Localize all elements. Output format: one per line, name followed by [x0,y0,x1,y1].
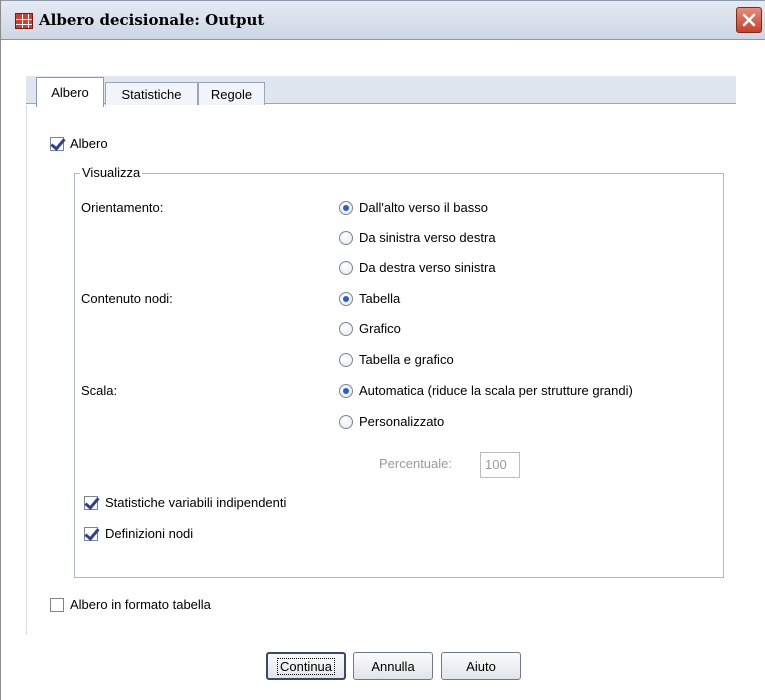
radio-table-and-chart[interactable] [339,353,353,367]
tab-label: Statistiche [121,87,182,102]
help-button[interactable]: Aiuto [441,652,521,680]
radio-right-to-left-label: Da destra verso sinistra [359,260,496,275]
percent-label: Percentuale: [379,456,452,471]
radio-custom-scale[interactable] [339,415,353,429]
independent-stats-label: Statistiche variabili indipendenti [105,495,287,510]
independent-stats-checkbox[interactable] [84,496,98,510]
radio-chart[interactable] [339,322,353,336]
tab-statistiche[interactable]: Statistiche [105,82,198,106]
radio-left-to-right-label: Da sinistra verso destra [359,230,496,245]
output-dialog: Albero decisionale: Output Albero Statis… [0,0,765,700]
node-content-label: Contenuto nodi: [81,291,173,306]
radio-table-label: Tabella [359,291,401,306]
close-icon [742,13,756,27]
continue-button[interactable]: Continua [266,652,346,680]
scale-label: Scala: [81,383,118,398]
table-format-checkbox[interactable] [50,598,64,612]
tree-checkbox[interactable] [50,137,64,151]
tree-checkbox-label: Albero [70,136,108,151]
radio-right-to-left[interactable] [339,261,353,275]
radio-custom-scale-label: Personalizzato [359,414,445,429]
radio-automatic-scale[interactable] [339,384,353,398]
continue-button-label: Continua [276,657,336,675]
orientation-label: Orientamento: [81,200,164,215]
display-group-title: Visualizza [80,165,143,180]
node-definitions-label: Definizioni nodi [105,526,194,541]
tab-albero[interactable]: Albero [36,77,104,107]
percent-input[interactable]: 100 [480,452,520,478]
table-format-label: Albero in formato tabella [70,597,211,612]
radio-chart-label: Grafico [359,321,401,336]
grid-table-icon [15,13,33,29]
tab-label: Albero [51,85,89,100]
tab-label: Regole [210,87,253,102]
radio-table[interactable] [339,292,353,306]
radio-table-and-chart-label: Tabella e grafico [359,352,454,367]
help-button-label: Aiuto [466,658,496,674]
title-bar[interactable]: Albero decisionale: Output [1,0,765,40]
node-definitions-checkbox[interactable] [84,527,98,541]
radio-top-to-bottom-label: Dall'alto verso il basso [359,200,488,215]
radio-automatic-scale-label: Automatica (riduce la scala per struttur… [359,383,633,398]
close-button[interactable] [736,7,762,33]
radio-top-to-bottom[interactable] [339,201,353,215]
cancel-button-label: Annulla [371,658,415,674]
tab-regole[interactable]: Regole [198,82,265,106]
window-title: Albero decisionale: Output [39,11,265,29]
radio-left-to-right[interactable] [339,231,353,245]
cancel-button[interactable]: Annulla [353,652,433,680]
